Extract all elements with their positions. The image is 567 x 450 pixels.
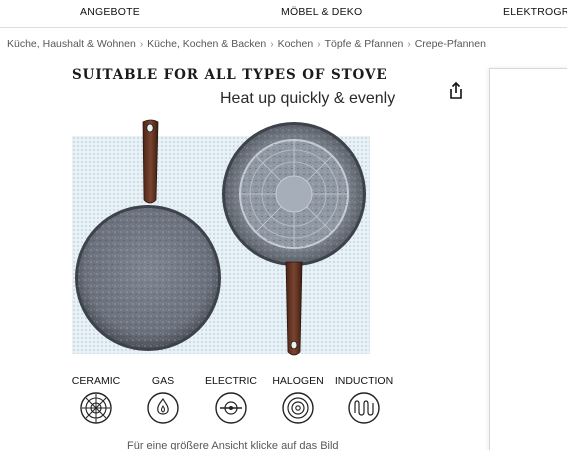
electric-hob-icon [215, 392, 247, 424]
nav-item-elektro[interactable]: ELEKTROGRO [503, 6, 567, 18]
nav-item-angebote[interactable]: ANGEBOTE [80, 6, 140, 18]
stove-label: ELECTRIC [205, 375, 257, 387]
breadcrumb-item[interactable]: Küche, Haushalt & Wohnen [7, 38, 136, 50]
share-icon [450, 81, 462, 99]
stove-ceramic: CERAMIC [70, 375, 122, 425]
pan-illustration [72, 116, 372, 362]
stove-electric: ELECTRIC [203, 375, 259, 425]
share-button[interactable] [445, 80, 467, 102]
image-headline: SUITABLE FOR ALL TYPES OF STOVE [72, 67, 388, 83]
nav-item-moebel-deko[interactable]: MÖBEL & DEKO [281, 6, 362, 18]
ceramic-hob-icon [80, 392, 112, 424]
stove-compatibility-row: CERAMIC GAS ELECTRIC HALOGEN INDUCTION [70, 375, 400, 435]
stove-induction: INDUCTION [332, 375, 396, 425]
chevron-right-icon: › [139, 39, 144, 50]
breadcrumb-item[interactable]: Crepe-Pfannen [415, 38, 486, 50]
stove-label: CERAMIC [71, 375, 121, 387]
stove-gas: GAS [141, 375, 185, 425]
breadcrumb-item[interactable]: Küche, Kochen & Backen [147, 38, 266, 50]
breadcrumb: Küche, Haushalt & Wohnen › Küche, Kochen &… [7, 38, 486, 50]
halogen-hob-icon [282, 392, 314, 424]
stove-label: HALOGEN [272, 375, 324, 387]
chevron-right-icon: › [270, 39, 274, 50]
image-subline: Heat up quickly & evenly [220, 90, 396, 107]
chevron-right-icon: › [407, 39, 411, 50]
enlarge-image-hint: Für eine größere Ansicht klicke auf das … [127, 440, 339, 450]
breadcrumb-item[interactable]: Töpfe & Pfannen [325, 38, 404, 50]
chevron-right-icon: › [317, 39, 321, 50]
stove-halogen: HALOGEN [270, 375, 326, 425]
induction-coil-icon [348, 392, 380, 424]
top-navigation: ANGEBOTE MÖBEL & DEKO ELEKTROGRO [0, 0, 567, 28]
buy-box-panel [489, 68, 567, 450]
gas-flame-icon [147, 392, 179, 424]
stove-label: GAS [151, 375, 175, 387]
stove-label: INDUCTION [334, 375, 394, 387]
breadcrumb-item[interactable]: Kochen [278, 38, 314, 50]
